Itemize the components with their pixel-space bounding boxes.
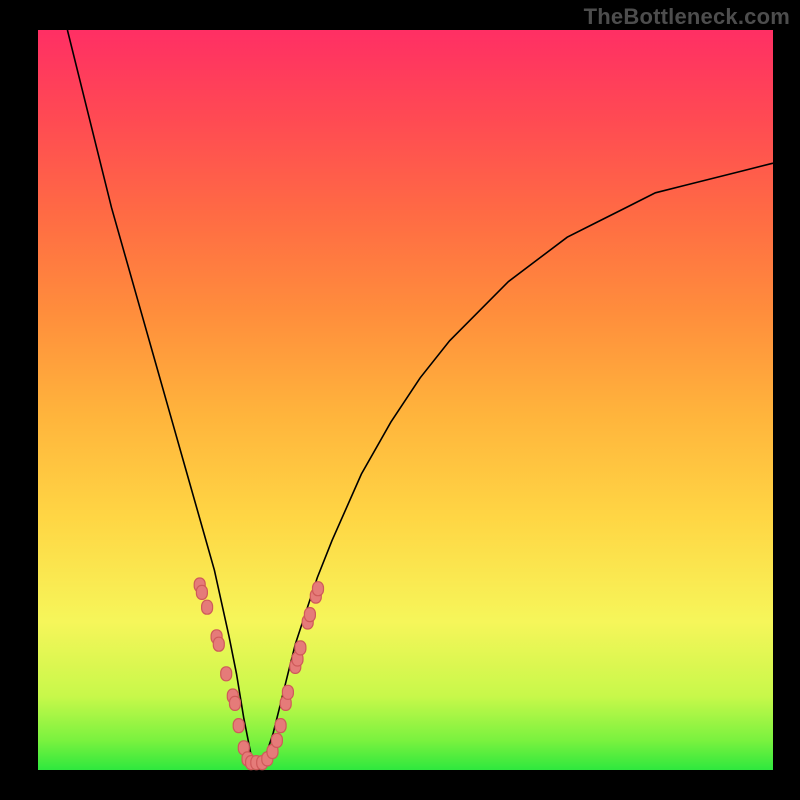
data-point — [196, 585, 207, 599]
data-point — [271, 733, 282, 747]
data-point — [213, 637, 224, 651]
data-points — [194, 578, 323, 770]
data-point — [221, 667, 232, 681]
bottleneck-curve — [67, 30, 773, 770]
chart-overlay — [38, 30, 773, 770]
data-point — [313, 582, 324, 596]
data-point — [230, 696, 241, 710]
data-point — [295, 641, 306, 655]
chart-frame: TheBottleneck.com — [0, 0, 800, 800]
data-point — [233, 719, 244, 733]
data-point — [202, 600, 213, 614]
data-point — [275, 719, 286, 733]
data-point — [304, 608, 315, 622]
watermark-text: TheBottleneck.com — [584, 4, 790, 30]
data-point — [282, 685, 293, 699]
